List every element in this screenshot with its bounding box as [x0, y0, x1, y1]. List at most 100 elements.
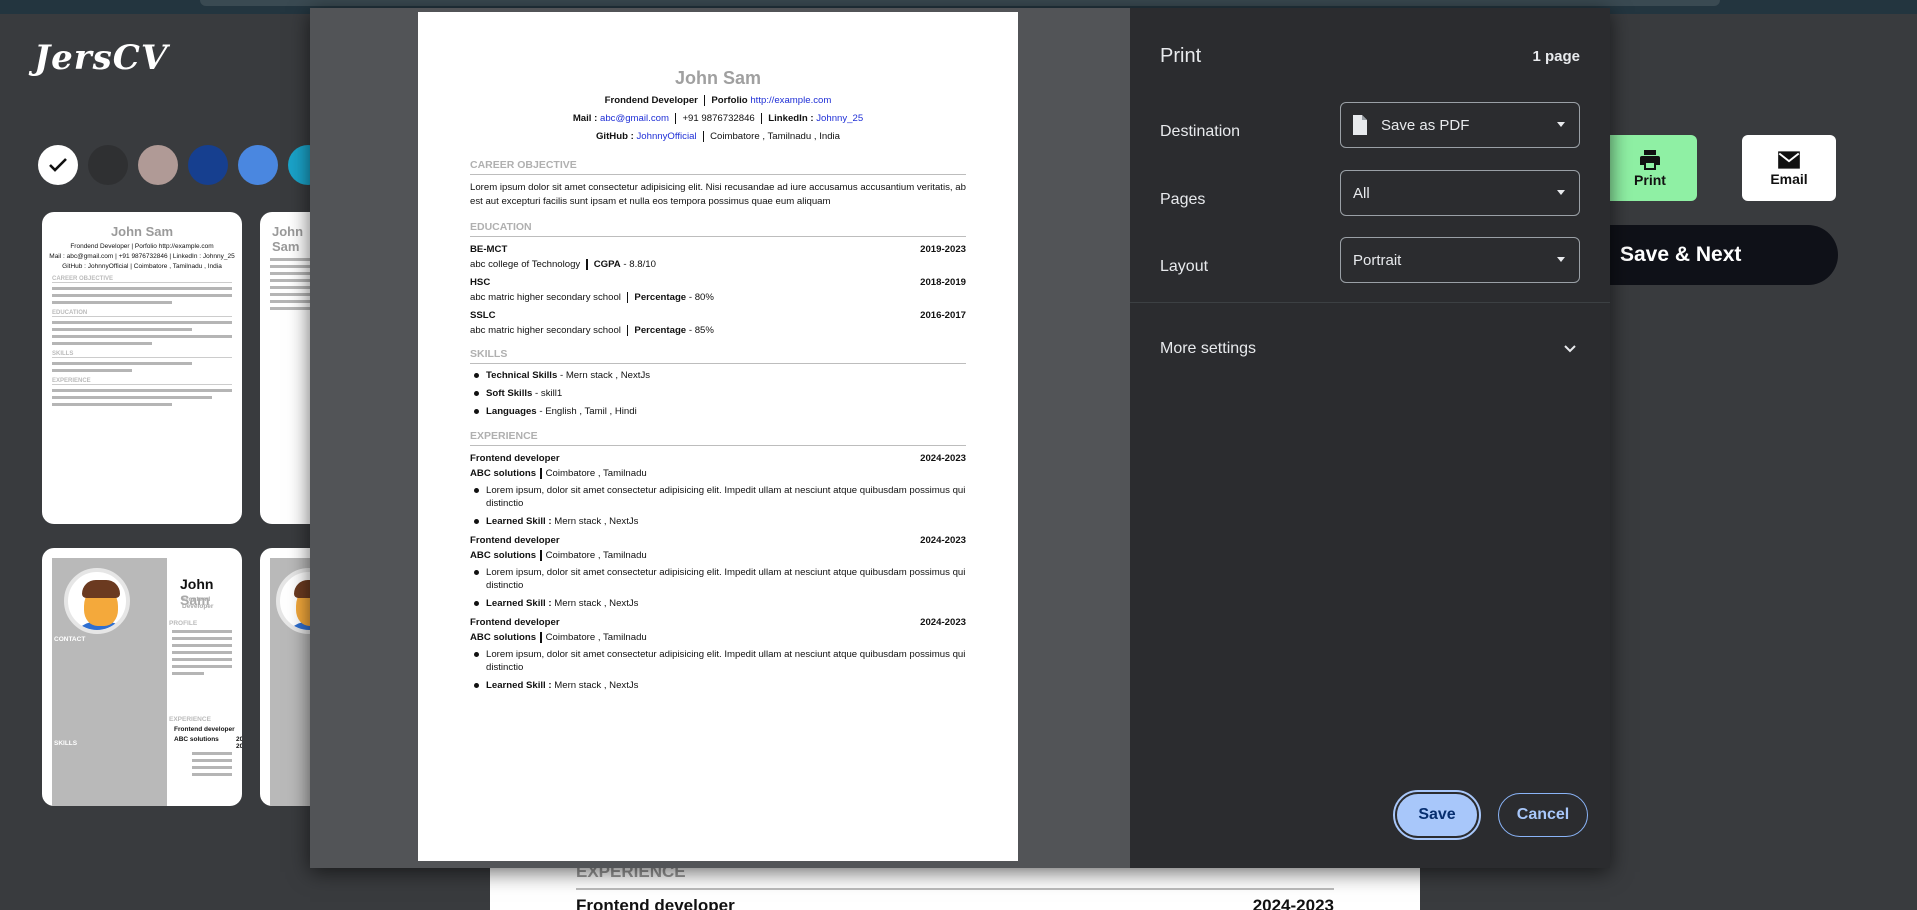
- education-row: HSC 2018-2019: [470, 277, 966, 288]
- separator: [540, 468, 542, 480]
- linkedin-link[interactable]: Johnny_25: [816, 113, 863, 124]
- printer-icon: [1640, 150, 1660, 170]
- destination-select[interactable]: Save as PDF: [1340, 102, 1580, 148]
- email-button[interactable]: Email: [1742, 135, 1836, 201]
- layout-select[interactable]: Portrait: [1340, 237, 1580, 283]
- top-bar-pill: [200, 0, 1720, 6]
- company: ABC solutions: [470, 632, 537, 644]
- print-button[interactable]: Print: [1603, 135, 1697, 201]
- degree: SSLC: [470, 310, 496, 322]
- list-item: Soft Skills - skill1: [474, 387, 966, 400]
- list-item: Learned Skill : Mern stack , NextJs: [474, 679, 966, 692]
- thumb-skills-label: SKILLS: [54, 740, 78, 747]
- resume-github: GitHub : JohnnyOfficial Coimbatore , Tami…: [470, 130, 966, 143]
- list-item: Lorem ipsum, dolor sit amet consectetur …: [474, 649, 966, 674]
- school: abc college of Technology: [470, 259, 581, 271]
- bg-years: 2024-2023: [1252, 896, 1334, 910]
- phone: +91 9876732846: [682, 113, 755, 124]
- learned-skill-label: Learned Skill :: [486, 680, 552, 692]
- thumb-section: EXPERIENCE: [52, 378, 232, 385]
- experience-company: ABC solutions Coimbatore , Tamilnadu: [470, 468, 966, 479]
- linkedin-label: LinkedIn :: [768, 113, 814, 124]
- list-item: Learned Skill : Mern stack , NextJs: [474, 515, 966, 528]
- swatch-white[interactable]: [38, 145, 78, 185]
- school: abc matric higher secondary school: [470, 292, 621, 304]
- learned-skill: Mern stack , NextJs: [554, 516, 639, 528]
- print-button-label: Print: [1634, 172, 1666, 188]
- chevron-down-icon[interactable]: [1562, 340, 1578, 356]
- thumb-lines: [42, 362, 242, 372]
- score: 85%: [694, 325, 714, 337]
- chevron-down-icon: [1557, 190, 1565, 195]
- list-item: Lorem ipsum, dolor sit amet consectetur …: [474, 485, 966, 510]
- separator: [540, 550, 542, 562]
- skill-label: Languages: [486, 406, 537, 418]
- education-row: SSLC 2016-2017: [470, 310, 966, 321]
- job-role: Frontend developer: [470, 617, 560, 629]
- skill-value: English , Tamil , Hindi: [545, 406, 637, 418]
- score: 80%: [694, 292, 714, 304]
- pages-label: Pages: [1160, 191, 1206, 208]
- panel-divider: [1130, 302, 1610, 303]
- experience-row: Frontend developer 2024-2023: [470, 535, 966, 546]
- thumb-lines: [42, 287, 242, 304]
- swatch-blue[interactable]: [238, 145, 278, 185]
- cancel-button[interactable]: Cancel: [1498, 793, 1588, 837]
- education-row: BE-MCT 2019-2023: [470, 244, 966, 255]
- section-title-objective: CAREER OBJECTIVE: [470, 159, 966, 175]
- bg-role: Frontend developer: [576, 896, 735, 910]
- swatch-navy[interactable]: [188, 145, 228, 185]
- separator: [674, 112, 677, 124]
- pages-select[interactable]: All: [1340, 170, 1580, 216]
- skill-value: skill1: [540, 388, 563, 400]
- list-item: Learned Skill : Mern stack , NextJs: [474, 597, 966, 610]
- education-detail: abc matric higher secondary school Percen…: [470, 292, 714, 304]
- score-label: CGPA: [593, 259, 621, 271]
- place: Coimbatore , Tamilnadu: [545, 632, 647, 644]
- app-logo[interactable]: JersCV: [34, 38, 168, 78]
- learned-skill: Mern stack , NextJs: [554, 598, 639, 610]
- mail-label: Mail :: [572, 113, 598, 124]
- degree: BE-MCT: [470, 244, 508, 255]
- swatch-rose[interactable]: [138, 145, 178, 185]
- section-title-education: EDUCATION: [470, 221, 966, 237]
- save-next-label: Save & Next: [1620, 243, 1742, 266]
- separator: [626, 292, 629, 304]
- skill-label: Technical Skills: [486, 370, 558, 382]
- thumb-section: CAREER OBJECTIVE: [52, 276, 232, 283]
- years: 2018-2019: [920, 277, 966, 289]
- swatch-dark[interactable]: [88, 145, 128, 185]
- learned-skill: Mern stack , NextJs: [554, 680, 639, 692]
- experience-row: Frontend developer 2024-2023: [470, 617, 966, 628]
- thumb-line: Frondend Developer | Porfolio http://exa…: [70, 243, 214, 250]
- template-card-sidebar[interactable]: CONTACT SKILLS John Sam Frontend Develop…: [42, 548, 242, 806]
- years: 2024-2023: [920, 535, 966, 547]
- portfolio-link[interactable]: http://example.com: [750, 95, 831, 106]
- section-title-skills: SKILLS: [470, 348, 966, 365]
- save-button[interactable]: Save: [1393, 790, 1481, 840]
- portfolio-label: Porfolio: [711, 95, 748, 106]
- separator: [586, 259, 588, 270]
- section-title-experience: EXPERIENCE: [470, 430, 966, 447]
- resume-role: Frondend Developer: [604, 95, 698, 106]
- resume-headline: Frondend Developer Porfolio http://exampl…: [470, 94, 966, 107]
- github-link[interactable]: JohnnyOfficial: [636, 131, 696, 142]
- education-list: BE-MCT 2019-2023 abc college of Technolog…: [470, 244, 966, 336]
- separator: [703, 94, 706, 106]
- print-dialog: John Sam Frondend Developer Porfolio http…: [310, 8, 1610, 868]
- list-item: Lorem ipsum, dolor sit amet consectetur …: [474, 567, 966, 592]
- layout-label: Layout: [1160, 258, 1209, 275]
- preview-page: John Sam Frondend Developer Porfolio http…: [418, 12, 1018, 861]
- print-settings-panel: Print 1 page Destination Save as PDF Pag…: [1130, 8, 1610, 868]
- chevron-down-icon: [1557, 122, 1565, 127]
- thumb-lines: [162, 626, 242, 679]
- template-card-classic[interactable]: John Sam Frondend Developer | Porfolio h…: [42, 212, 242, 524]
- degree: HSC: [470, 277, 491, 289]
- thumb-lines: [42, 389, 242, 406]
- more-settings-toggle[interactable]: More settings: [1160, 340, 1256, 358]
- education-detail: abc matric higher secondary school Percen…: [470, 325, 714, 337]
- thumb2-exp: EXPERIENCE: [169, 716, 211, 723]
- page-count: 1 page: [1532, 48, 1580, 65]
- mail-link[interactable]: abc@gmail.com: [600, 113, 669, 124]
- job-role: Frontend developer: [470, 535, 560, 547]
